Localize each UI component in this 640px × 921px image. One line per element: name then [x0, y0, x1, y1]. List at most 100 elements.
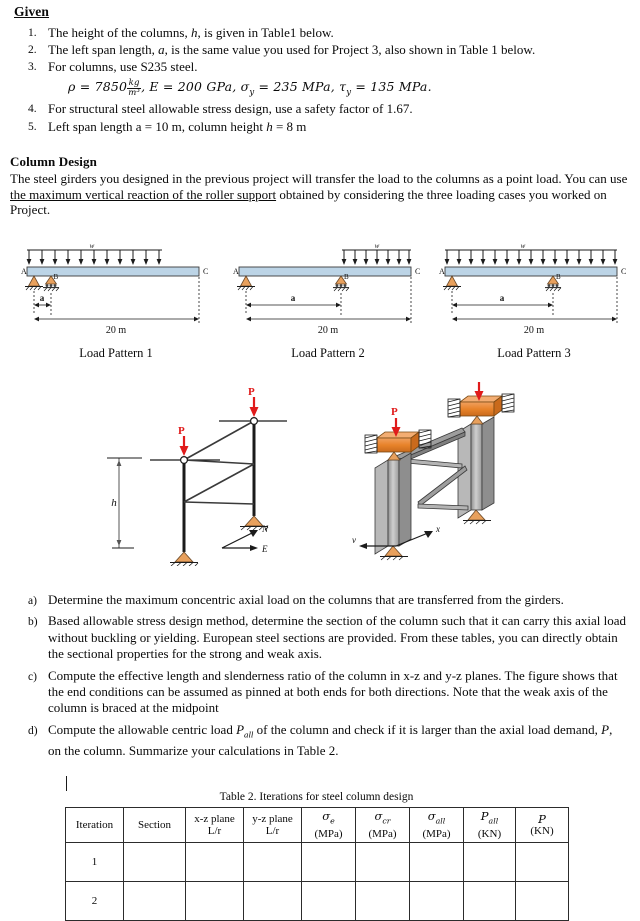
cell-sigma-cr-2[interactable] [355, 881, 410, 921]
column-design-heading: Column Design [10, 154, 97, 169]
load-pattern-2-caption: Load Pattern 2 [291, 346, 365, 360]
frame-3d-figure: P x v [308, 370, 553, 570]
table-2-block: Table 2. Iterations for steel column des… [65, 791, 569, 921]
axis-label-N: N [261, 524, 269, 534]
dimension-label-a-3: a [500, 293, 505, 303]
axis-indicator-ne [221, 530, 258, 551]
given-list: 1. The height of the columns, h, is give… [14, 25, 626, 135]
axis-label-x: x [435, 524, 440, 534]
cell-iteration-2: 2 [65, 881, 124, 921]
cell-p-all-1[interactable] [463, 842, 516, 882]
given-heading: Given [14, 4, 50, 19]
questions-list: a) Determine the maximum concentric axia… [14, 592, 628, 759]
beam-3 [444, 266, 618, 277]
question-b-text: Based allowable stress design method, de… [48, 613, 626, 662]
cell-sigma-all-2[interactable] [409, 881, 464, 921]
dimension-span-1 [34, 316, 199, 322]
sigma-all-symbol: σall [427, 808, 446, 826]
dimension-label-a-1: a [40, 293, 45, 303]
cell-yz-2[interactable] [243, 881, 302, 921]
cell-section-2[interactable] [123, 881, 186, 921]
span-label-2: 20 m [318, 325, 339, 336]
roller-support-phrase: the maximum vertical reaction of the rol… [10, 186, 277, 202]
cell-p-all-2[interactable] [463, 881, 516, 921]
column-design-section: Column Design The steel girders you desi… [10, 154, 628, 218]
load-pattern-2-figure: w A B C a 20 m Load Pattern 2 [222, 243, 434, 360]
p-symbol: P [538, 811, 546, 826]
header-sigma-cr: σcr (MPa) [355, 807, 410, 843]
header-sigma-all: σall (MPa) [409, 807, 464, 843]
cell-p-2[interactable] [515, 881, 569, 921]
node-label-A-3: A [439, 267, 445, 276]
node-label-A-2: A [233, 267, 239, 276]
cell-section-1[interactable] [123, 842, 186, 882]
pin-joint-right [250, 416, 259, 425]
base-support-left [170, 551, 199, 567]
given-item-1-text: The height of the columns, h, is given i… [48, 25, 334, 40]
bracing-members [183, 420, 255, 505]
cell-sigma-cr-1[interactable] [355, 842, 410, 882]
dimension-a-3 [451, 277, 618, 325]
header-iteration: Iteration [65, 807, 124, 843]
axis-label-v: v [352, 535, 356, 545]
load-label-P-left-3d: P [391, 406, 398, 418]
span-label-3: 20 m [524, 325, 545, 336]
cell-yz-1[interactable] [243, 842, 302, 882]
pin-joint-left [179, 455, 188, 464]
question-b: b) Based allowable stress design method,… [28, 613, 626, 662]
height-label-h: h [111, 497, 117, 509]
header-yz-plane: y-z plane L/r [243, 807, 302, 843]
header-p: P (KN) [515, 807, 569, 843]
given-item-5-text: Left span length a = 10 m, column height… [48, 118, 307, 134]
cell-p-1[interactable] [515, 842, 569, 882]
column-design-paragraph: The steel girders you designed in the pr… [10, 171, 628, 218]
girder-right-3d [458, 395, 504, 425]
point-load-right: P [248, 386, 259, 417]
question-a-text: Determine the maximum concentric axial l… [48, 592, 564, 607]
cell-sigma-e-1[interactable] [301, 842, 356, 882]
given-item-2-text: The left span length, a, is the same val… [48, 42, 536, 58]
frame-2d-figure: h P P N E [62, 376, 307, 571]
table-row: 2 [65, 881, 569, 921]
node-label-B-1: B [54, 273, 59, 281]
header-xz-plane: x-z plane L/r [185, 807, 244, 843]
node-label-C-2: C [415, 267, 420, 276]
load-label-P-left: P [178, 425, 185, 437]
p-all-symbol: Pall [480, 808, 499, 826]
dimension-a-2 [245, 277, 412, 325]
table-2-caption: Table 2. Iterations for steel column des… [219, 791, 414, 803]
text-cursor [66, 776, 67, 791]
given-item-3: 3. For columns, use S235 steel. ρ = 7850… [14, 59, 626, 100]
table-header-row: Iteration Section x-z plane L/r y-z plan… [65, 807, 569, 843]
header-p-all: Pall (KN) [463, 807, 516, 843]
header-section: Section [123, 807, 186, 843]
load-label-P-right-3d: P [474, 380, 481, 382]
table-2: Iteration Section x-z plane L/r y-z plan… [65, 807, 569, 921]
pinned-support-A-1 [25, 275, 43, 291]
cell-sigma-all-1[interactable] [409, 842, 464, 882]
load-pattern-1-caption: Load Pattern 1 [79, 346, 153, 360]
dimension-a-1 [33, 277, 200, 325]
column-left-3d [374, 452, 412, 555]
load-label-P-right: P [248, 386, 255, 398]
table-row: 1 [65, 842, 569, 882]
point-load-left: P [178, 425, 189, 456]
cell-xz-2[interactable] [185, 881, 244, 921]
beam-2 [238, 266, 412, 277]
dimension-span-2 [246, 316, 411, 322]
given-section: Given 1. The height of the columns, h, i… [14, 4, 626, 136]
distributed-load-arrows-2 [341, 249, 412, 265]
pinned-support-A-3 [443, 275, 461, 291]
node-label-A-1: A [21, 267, 27, 276]
pinned-support-A-2 [237, 275, 255, 291]
cell-xz-1[interactable] [185, 842, 244, 882]
span-label-1: 20 m [106, 325, 127, 336]
cell-sigma-e-2[interactable] [301, 881, 356, 921]
question-d: d) Compute the allowable centric load Pa… [28, 721, 613, 758]
load-pattern-3-figure: w A B C a 20 m Load Pattern 3 [428, 243, 640, 360]
node-label-B-2: B [344, 273, 349, 281]
given-item-2: 2. The left span length, a, is the same … [28, 42, 536, 58]
given-item-4-text: For structural steel allowable stress de… [48, 101, 413, 117]
load-pattern-1-figure: w A B C a 20 m Load Pattern 1 [10, 243, 222, 360]
cell-iteration-1: 1 [65, 842, 124, 882]
